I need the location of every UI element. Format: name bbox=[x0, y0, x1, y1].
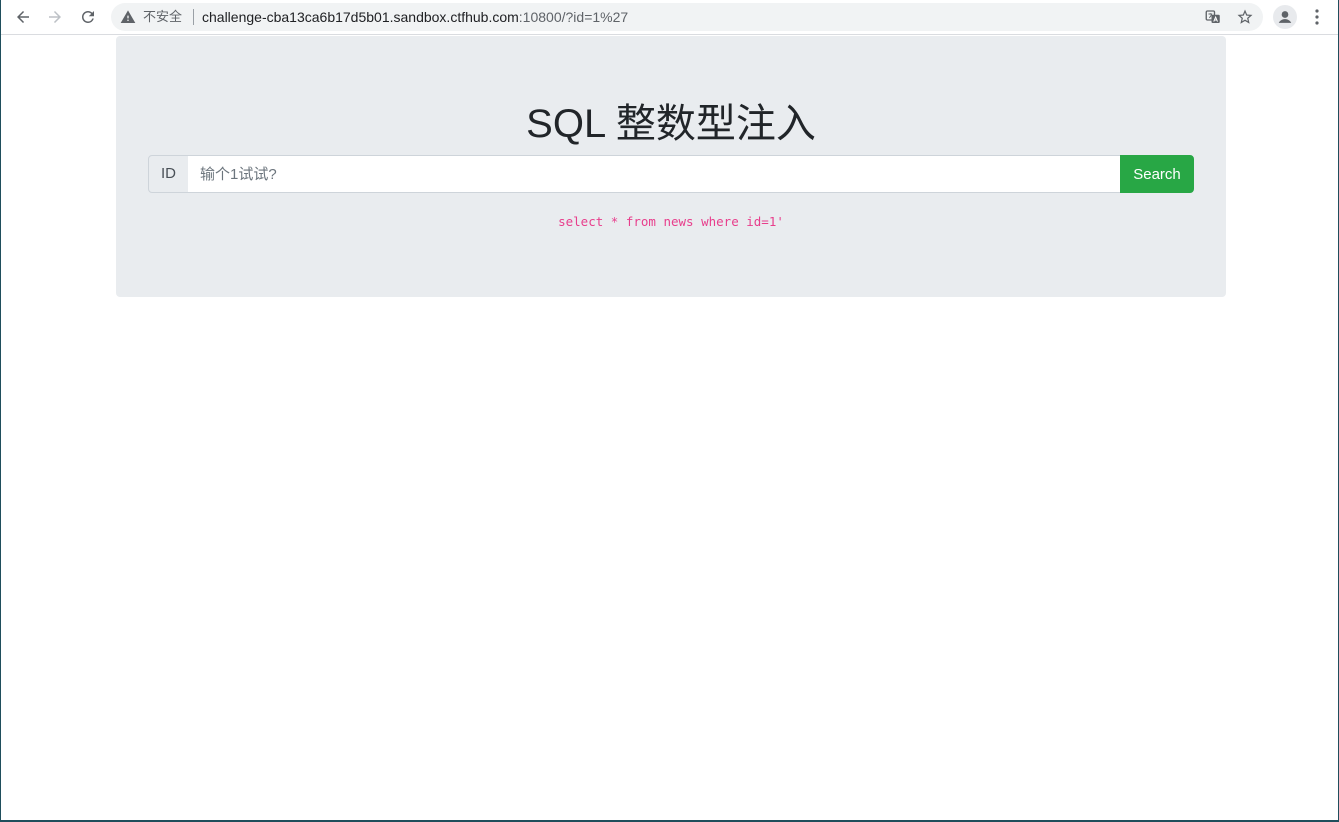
search-button[interactable]: Search bbox=[1120, 155, 1194, 193]
id-input-label: ID bbox=[148, 155, 189, 193]
sql-query-text: select * from news where id=1' bbox=[558, 214, 784, 229]
security-label[interactable]: 不安全 bbox=[143, 8, 182, 26]
profile-icon bbox=[1275, 7, 1295, 27]
browser-menu-button[interactable] bbox=[1307, 6, 1327, 28]
address-bar[interactable]: 不安全 challenge-cba13ca6b17d5b01.sandbox.c… bbox=[111, 3, 1263, 31]
star-icon[interactable] bbox=[1236, 8, 1254, 26]
id-input[interactable] bbox=[188, 155, 1143, 193]
forward-arrow-icon bbox=[49, 11, 61, 23]
browser-window: 不安全 challenge-cba13ca6b17d5b01.sandbox.c… bbox=[0, 0, 1339, 822]
back-arrow-icon bbox=[17, 11, 29, 23]
url-path: :10800/?id=1%27 bbox=[518, 9, 629, 25]
profile-button[interactable] bbox=[1273, 5, 1297, 29]
translate-icon[interactable] bbox=[1204, 8, 1222, 26]
reload-button[interactable] bbox=[76, 5, 100, 29]
jumbotron: SQL 整数型注入 ID Search select * from news w… bbox=[116, 36, 1226, 297]
omnibox-divider bbox=[193, 9, 194, 25]
url-text[interactable]: challenge-cba13ca6b17d5b01.sandbox.ctfhu… bbox=[202, 8, 628, 26]
browser-toolbar: 不安全 challenge-cba13ca6b17d5b01.sandbox.c… bbox=[1, 0, 1338, 35]
more-vert-icon bbox=[1315, 9, 1319, 25]
page-title: SQL 整数型注入 bbox=[526, 102, 816, 146]
reload-icon bbox=[82, 10, 94, 23]
url-host: challenge-cba13ca6b17d5b01.sandbox.ctfhu… bbox=[202, 9, 519, 25]
warning-icon[interactable] bbox=[120, 9, 136, 25]
back-button[interactable] bbox=[11, 5, 35, 29]
search-form: ID Search bbox=[148, 155, 1194, 193]
forward-button[interactable] bbox=[43, 5, 67, 29]
